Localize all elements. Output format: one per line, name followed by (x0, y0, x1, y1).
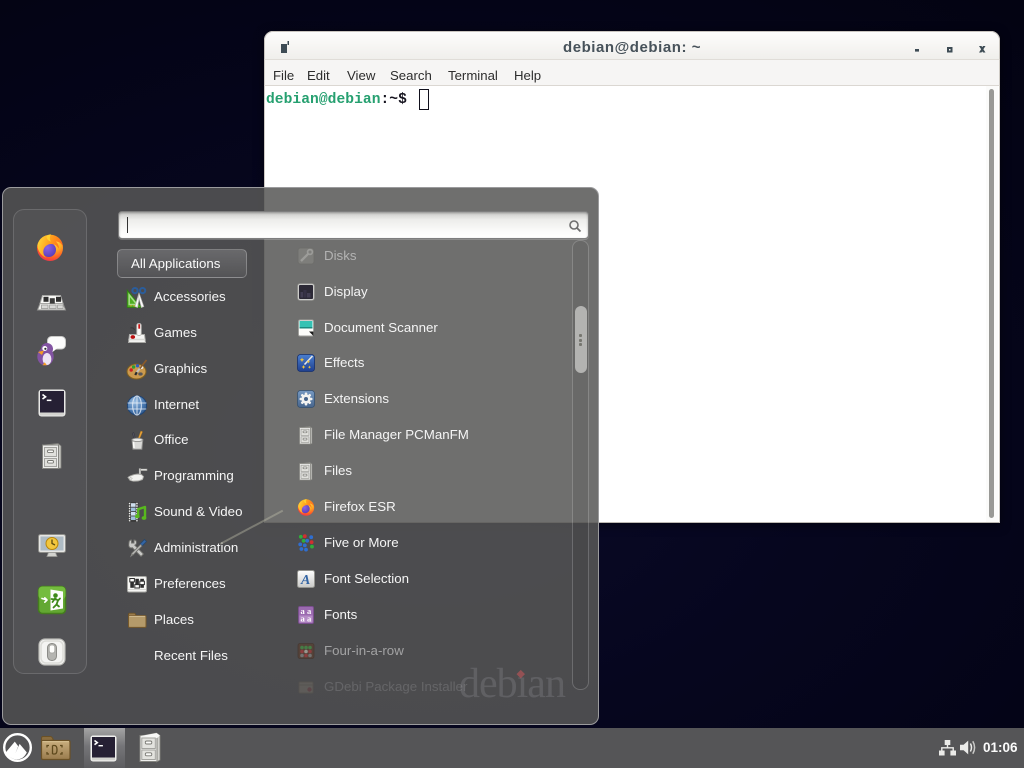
svg-text:A: A (300, 573, 310, 588)
